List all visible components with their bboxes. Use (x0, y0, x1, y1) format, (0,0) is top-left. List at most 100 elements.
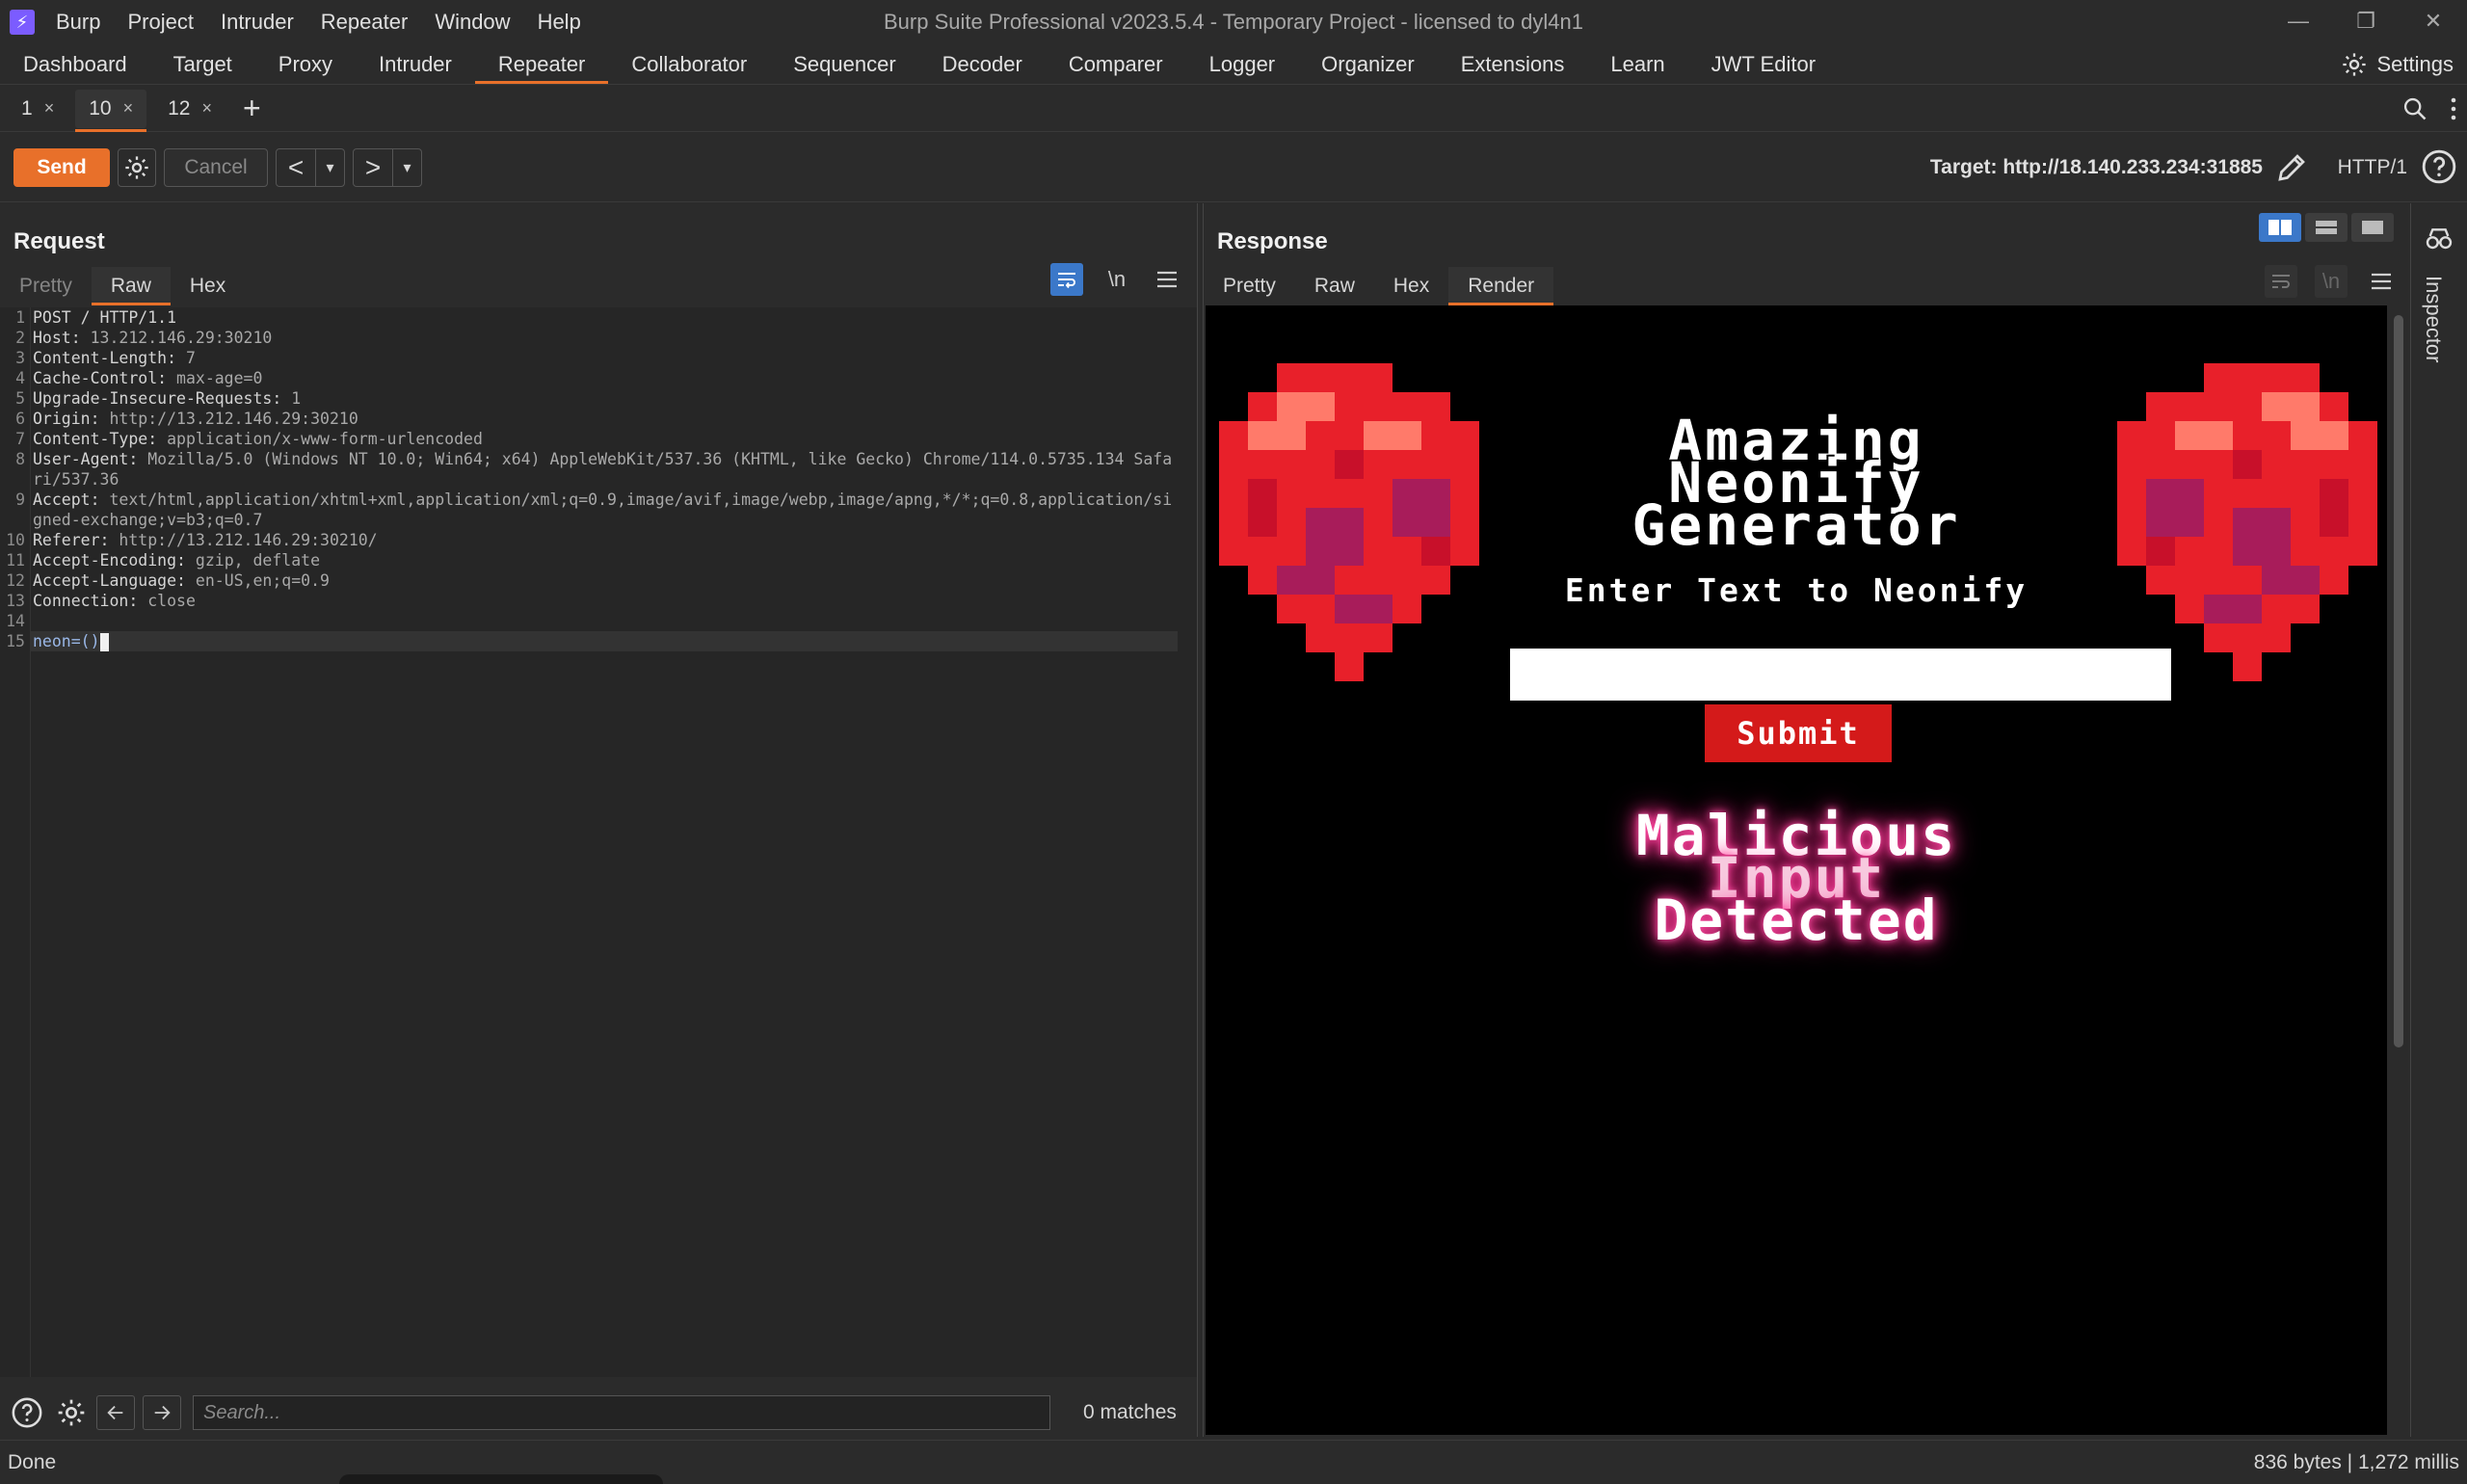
close-window-button[interactable]: ✕ (2400, 0, 2467, 44)
tab-extensions[interactable]: Extensions (1438, 44, 1588, 84)
tab-collaborator[interactable]: Collaborator (608, 44, 770, 84)
menu-bar: Burp Project Intruder Repeater Window He… (56, 10, 608, 35)
tab-dashboard[interactable]: Dashboard (0, 44, 150, 84)
editor-line: 9 Accept: text/html,application/xhtml+xml… (15, 490, 1173, 529)
hamburger-menu-icon[interactable] (1151, 263, 1183, 296)
inspector-tab[interactable]: Inspector (2421, 276, 2446, 363)
arrow-right-icon (154, 1405, 171, 1420)
close-icon[interactable]: × (123, 98, 134, 119)
menu-window[interactable]: Window (435, 10, 510, 35)
page-title: Amazing Neonify Generator (1631, 408, 1961, 558)
tab-logger[interactable]: Logger (1186, 44, 1299, 84)
add-tab-button[interactable]: + (243, 91, 261, 126)
newline-toggle: \n (2315, 265, 2348, 298)
tab-decoder[interactable]: Decoder (919, 44, 1046, 84)
hamburger-menu-icon[interactable] (2365, 265, 2398, 298)
editor-line: 4 Cache-Control: max-age=0 (15, 369, 263, 387)
request-tab-raw[interactable]: Raw (91, 267, 171, 305)
settings-label: Settings (2376, 52, 2454, 76)
tab-comparer[interactable]: Comparer (1046, 44, 1186, 84)
history-back-button[interactable]: < (277, 149, 315, 186)
scrollbar-thumb[interactable] (2394, 315, 2403, 1047)
menu-intruder[interactable]: Intruder (221, 10, 294, 35)
search-prev-button[interactable] (96, 1395, 135, 1430)
help-icon[interactable] (10, 1395, 44, 1430)
repeater-tab-label: 1 (21, 96, 33, 119)
tab-learn[interactable]: Learn (1587, 44, 1687, 84)
response-tab-raw[interactable]: Raw (1295, 267, 1374, 305)
search-icon[interactable] (2401, 95, 2428, 122)
close-icon[interactable]: × (44, 98, 55, 119)
response-tab-pretty[interactable]: Pretty (1204, 267, 1295, 305)
history-forward-group: > ▾ (353, 147, 422, 187)
editor-line: 8 User-Agent: Mozilla/5.0 (Windows NT 10.… (15, 450, 1173, 489)
history-forward-button[interactable]: > (354, 149, 392, 186)
restore-button[interactable]: ❐ (2332, 0, 2400, 44)
search-bar: 0 matches (0, 1389, 1197, 1437)
inspector-icon[interactable] (2424, 225, 2454, 255)
request-tab-hex[interactable]: Hex (171, 267, 245, 305)
target-label: Target: http://18.140.233.234:31885 (1929, 156, 2263, 178)
send-button[interactable]: Send (13, 147, 110, 187)
repeater-tab-10[interactable]: 10 × (75, 89, 147, 132)
tab-repeater[interactable]: Repeater (474, 44, 609, 84)
tab-jwt-editor[interactable]: JWT Editor (1688, 44, 1839, 84)
response-tab-render[interactable]: Render (1448, 267, 1554, 305)
menu-repeater[interactable]: Repeater (321, 10, 409, 35)
request-editor[interactable]: 1 POST / HTTP/1.1 2 Host: 13.212.146.29:30… (0, 307, 1197, 1377)
tab-intruder[interactable]: Intruder (356, 44, 475, 84)
window-controls: — ❐ ✕ (2265, 0, 2467, 44)
burp-logo-icon: ⚡ (10, 10, 35, 35)
neon-text-input[interactable] (1510, 649, 2171, 701)
search-input[interactable] (193, 1395, 1050, 1430)
settings-button[interactable]: Settings (2341, 44, 2454, 85)
word-wrap-icon[interactable] (1050, 263, 1083, 296)
response-tools: \n (2265, 265, 2398, 298)
kebab-menu-icon[interactable] (2450, 95, 2457, 122)
request-tab-pretty[interactable]: Pretty (0, 267, 92, 305)
editor-gutter (30, 307, 31, 1377)
request-title: Request (13, 228, 105, 254)
gear-icon (125, 155, 148, 179)
body-param: neon=() (33, 632, 100, 650)
editor-line: 6 Origin: http://13.212.146.29:30210 (15, 410, 358, 428)
response-scrollbar[interactable] (2392, 305, 2405, 1435)
neon-result-text: Malicious Input Detected (1635, 803, 1957, 953)
repeater-toolbar: Send Cancel < ▾ > ▾ Target: http://18.14… (0, 133, 2467, 202)
repeater-tab-1[interactable]: 1 × (8, 90, 67, 128)
gear-icon[interactable] (54, 1395, 89, 1430)
search-next-button[interactable] (143, 1395, 181, 1430)
response-tab-hex[interactable]: Hex (1374, 267, 1448, 305)
send-options-button[interactable] (118, 147, 156, 187)
newline-toggle[interactable]: \n (1101, 263, 1133, 296)
editor-line: 3 Content-Length: 7 (15, 349, 196, 367)
tab-target[interactable]: Target (150, 44, 255, 84)
close-icon[interactable]: × (201, 98, 212, 119)
history-forward-dropdown[interactable]: ▾ (392, 148, 421, 186)
repeater-tab-12[interactable]: 12 × (154, 90, 225, 128)
help-icon[interactable] (2421, 148, 2457, 185)
layout-side-by-side-button[interactable] (2259, 213, 2301, 242)
minimize-button[interactable]: — (2265, 0, 2332, 44)
layout-toggle (2259, 213, 2394, 242)
cancel-button[interactable]: Cancel (164, 147, 268, 187)
tab-proxy[interactable]: Proxy (255, 44, 356, 84)
pencil-icon[interactable] (2274, 150, 2309, 185)
gear-icon (2342, 53, 2366, 76)
word-wrap-icon (2265, 265, 2297, 298)
layout-stacked-button[interactable] (2305, 213, 2348, 242)
text-caret (99, 633, 109, 651)
layout-tabs-button[interactable] (2351, 213, 2394, 242)
repeater-tabs: 1 × 10 × 12 × + (0, 86, 2467, 132)
menu-project[interactable]: Project (127, 10, 193, 35)
submit-button[interactable]: Submit (1705, 704, 1892, 762)
search-match-count: 0 matches (1083, 1401, 1177, 1423)
main-tabs: Dashboard Target Proxy Intruder Repeater… (0, 44, 2467, 85)
tab-organizer[interactable]: Organizer (1298, 44, 1438, 84)
menu-burp[interactable]: Burp (56, 10, 100, 35)
title-bar: ⚡ Burp Project Intruder Repeater Window … (0, 0, 2467, 44)
history-back-dropdown[interactable]: ▾ (315, 148, 344, 186)
tab-sequencer[interactable]: Sequencer (770, 44, 918, 84)
http-version-toggle[interactable]: HTTP/1 (2338, 133, 2407, 202)
menu-help[interactable]: Help (538, 10, 581, 35)
